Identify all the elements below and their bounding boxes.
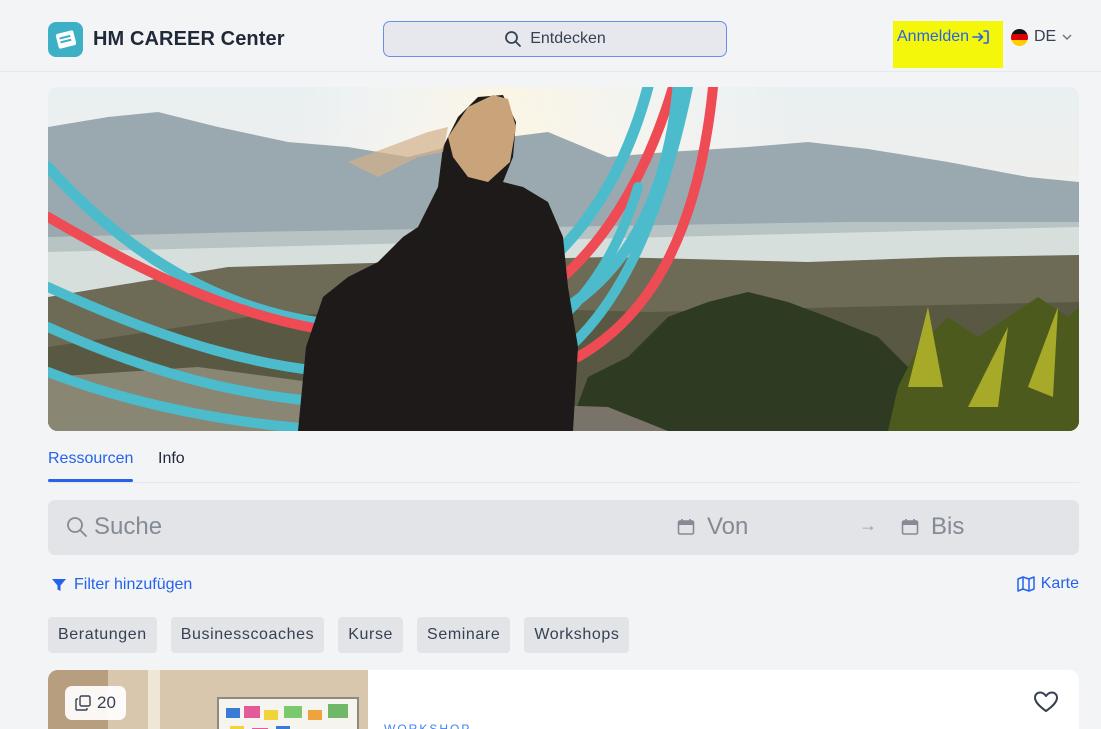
login-label: Anmelden bbox=[897, 28, 970, 45]
chip-beratungen[interactable]: Beratungen bbox=[48, 617, 157, 653]
filter-icon bbox=[52, 579, 66, 591]
resource-type-label: WORKSHOP bbox=[384, 722, 472, 729]
date-to-label: Bis bbox=[931, 513, 965, 540]
chip-workshops[interactable]: Workshops bbox=[524, 617, 630, 653]
tab-info[interactable]: Info bbox=[158, 450, 185, 468]
brand-name: HM CAREER Center bbox=[93, 28, 285, 50]
sign-in-icon bbox=[972, 30, 989, 44]
image-count-badge: 20 bbox=[65, 686, 126, 720]
search-input[interactable]: Suche bbox=[66, 513, 162, 541]
chip-kurse[interactable]: Kurse bbox=[338, 617, 404, 653]
map-icon bbox=[1017, 576, 1035, 592]
category-chips: Beratungen Businesscoaches Kurse Seminar… bbox=[48, 617, 630, 653]
search-icon bbox=[67, 517, 87, 537]
language-selector[interactable]: DE bbox=[1011, 28, 1072, 46]
content-tabs: Ressourcen Info bbox=[48, 450, 1079, 483]
resource-card[interactable]: 20 WORKSHOP bbox=[48, 670, 1079, 729]
image-count: 20 bbox=[97, 693, 116, 712]
add-filter-button[interactable]: Filter hinzufügen bbox=[51, 576, 192, 594]
login-link[interactable]: Anmelden bbox=[897, 28, 990, 46]
chip-seminare[interactable]: Seminare bbox=[417, 617, 511, 653]
chevron-down-icon bbox=[1062, 34, 1072, 40]
brand-logo[interactable]: HM CAREER Center bbox=[48, 22, 285, 57]
map-button[interactable]: Karte bbox=[1017, 575, 1079, 593]
gallery-icon bbox=[75, 695, 91, 711]
hero-banner-image bbox=[48, 87, 1079, 431]
language-code: DE bbox=[1034, 28, 1057, 45]
tab-ressourcen[interactable]: Ressourcen bbox=[48, 450, 134, 482]
search-placeholder: Suche bbox=[94, 513, 163, 540]
heart-icon[interactable] bbox=[1033, 690, 1059, 714]
resource-card-image: 20 bbox=[48, 670, 368, 729]
date-from-label: Von bbox=[707, 513, 749, 540]
map-label: Karte bbox=[1040, 575, 1079, 592]
german-flag-icon bbox=[1011, 28, 1028, 46]
search-bar: Suche Von → Bis bbox=[48, 500, 1079, 555]
date-to-field[interactable]: Bis bbox=[901, 513, 964, 541]
top-navigation: HM CAREER Center Entdecken Anmelden DE bbox=[0, 0, 1101, 72]
date-from-field[interactable]: Von bbox=[677, 513, 748, 541]
brand-logo-icon bbox=[48, 22, 83, 57]
add-filter-label: Filter hinzufügen bbox=[74, 576, 193, 593]
explore-label: Entdecken bbox=[530, 30, 606, 47]
arrow-right-icon: → bbox=[859, 515, 877, 535]
search-icon bbox=[505, 31, 522, 47]
calendar-icon bbox=[901, 519, 919, 535]
chip-businesscoaches[interactable]: Businesscoaches bbox=[170, 617, 325, 653]
explore-button[interactable]: Entdecken bbox=[383, 21, 727, 57]
calendar-icon bbox=[677, 519, 695, 535]
